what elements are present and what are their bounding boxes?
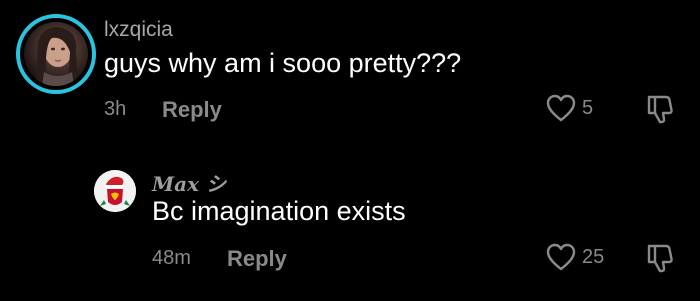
like-count: 5 bbox=[582, 96, 594, 119]
comment-item: lxzqicia guys why am i sooo pretty??? 3h… bbox=[0, 0, 700, 150]
avatar-image bbox=[36, 27, 78, 86]
comment-username[interactable]: lxzqicia bbox=[104, 18, 173, 42]
reply-text: Bc imagination exists bbox=[152, 196, 406, 226]
like-button[interactable]: 5 bbox=[546, 94, 593, 122]
avatar-photo bbox=[24, 22, 88, 86]
reply-username[interactable]: Max シ bbox=[152, 168, 226, 197]
dislike-button[interactable] bbox=[646, 94, 674, 129]
like-button[interactable]: 25 bbox=[546, 243, 604, 271]
heart-outline-icon bbox=[546, 243, 576, 271]
avatar-image bbox=[94, 170, 136, 212]
like-count: 25 bbox=[582, 245, 605, 268]
comment-timestamp: 3h bbox=[104, 98, 127, 120]
reply-timestamp: 48m bbox=[152, 247, 191, 269]
reply-avatar[interactable] bbox=[94, 170, 136, 212]
reply-button[interactable]: Reply bbox=[162, 97, 222, 123]
thumbs-down-outline-icon bbox=[647, 95, 673, 124]
avatar[interactable] bbox=[16, 14, 96, 94]
dislike-button[interactable] bbox=[646, 243, 674, 278]
reply-button[interactable]: Reply bbox=[227, 246, 287, 272]
thumbs-down-outline-icon bbox=[647, 244, 673, 273]
heart-outline-icon bbox=[546, 94, 576, 122]
comment-text: guys why am i sooo pretty??? bbox=[104, 48, 462, 78]
